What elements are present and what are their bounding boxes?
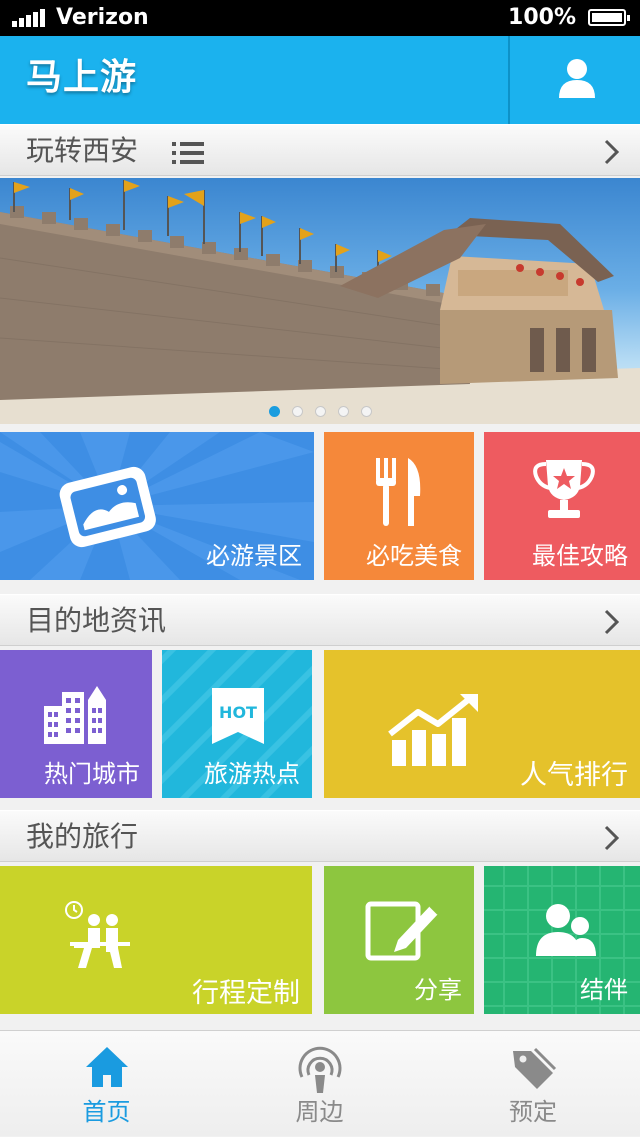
status-bar: Verizon 100% [0,0,640,36]
buildings-icon [44,686,106,744]
user-icon [559,59,595,98]
tile-label: 必吃美食 [366,542,462,570]
tile-label: 最佳攻略 [532,542,628,570]
chevron-right-icon [604,609,620,635]
banner-image [0,180,640,424]
hot-badge-text: HOT [219,703,257,722]
carousel-dot[interactable] [337,406,349,417]
tile-best-guides[interactable]: 最佳攻略 [484,432,640,580]
tile-travel-companions[interactable]: 结伴 [484,866,640,1014]
trophy-icon [533,460,595,518]
tile-must-eat-food[interactable]: 必吃美食 [324,432,474,580]
tile-must-visit-sights[interactable]: 必游景区 [0,432,314,580]
tab-nearby[interactable]: 周边 [213,1031,426,1137]
chevron-right-icon [604,825,620,851]
tab-booking-label: 预定 [509,1098,557,1126]
tile-label: 旅游热点 [204,760,300,788]
section-my-travel[interactable]: 我的旅行 [0,810,640,862]
nearby-icon [298,1046,341,1093]
app-title: 马上游 [26,57,138,98]
battery-icon [588,9,630,26]
carousel-pagination [0,402,640,418]
carousel-dot[interactable] [360,406,372,417]
edit-pencil-icon [365,901,439,961]
tab-booking[interactable]: 预定 [426,1031,640,1137]
battery-percentage: 100% [508,5,576,30]
banner-carousel[interactable] [0,178,640,424]
tile-label: 结伴 [580,976,628,1004]
tile-custom-itinerary[interactable]: 行程定制 [0,866,312,1014]
tile-label: 分享 [414,976,462,1004]
home-icon [85,1047,128,1087]
user-profile-button[interactable] [508,36,640,124]
section-destination-news-title: 目的地资讯 [26,604,167,637]
tile-popularity-ranking[interactable]: 人气排行 [324,650,640,798]
tag-icon [513,1047,557,1089]
section-my-travel-title: 我的旅行 [26,820,139,853]
section-explore-title: 玩转西安 [26,134,139,167]
chevron-right-icon [604,139,620,165]
carrier-name: Verizon [56,5,149,30]
tab-home[interactable]: 首页 [0,1031,213,1137]
carousel-dot[interactable] [314,406,326,417]
list-icon[interactable] [172,141,204,165]
tile-label: 人气排行 [520,760,628,791]
tile-label: 行程定制 [192,978,300,1009]
tile-share[interactable]: 分享 [324,866,474,1014]
bottom-tab-bar: 首页 周边 预定 [0,1030,640,1136]
tile-label: 必游景区 [206,542,302,570]
section-explore[interactable]: 玩转西安 [0,124,640,176]
companions-icon [536,904,596,956]
app-header: 马上游 [0,36,640,124]
tab-nearby-label: 周边 [295,1098,344,1126]
hot-icon: HOT [212,688,264,744]
travelers-icon [65,901,130,968]
signal-strength-icon [12,9,52,27]
carousel-dot[interactable] [268,406,280,417]
section-destination-news[interactable]: 目的地资讯 [0,594,640,646]
tile-popular-cities[interactable]: 热门城市 [0,650,152,798]
trend-chart-icon [388,694,478,766]
ticket-icon [59,466,156,548]
carousel-dot[interactable] [291,406,303,417]
tile-label: 热门城市 [44,760,140,788]
tab-home-label: 首页 [82,1098,131,1126]
fork-knife-icon [376,458,421,526]
tile-travel-hotspots[interactable]: HOT 旅游热点 [162,650,312,798]
